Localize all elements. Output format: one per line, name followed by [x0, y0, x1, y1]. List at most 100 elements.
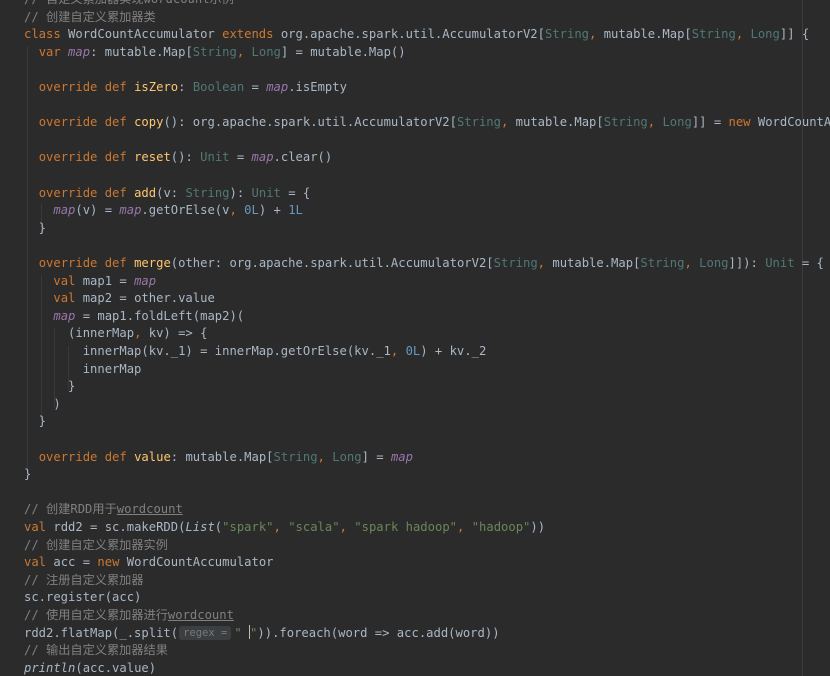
parameter-hint: regex =: [179, 625, 232, 640]
code-token: ]] {: [779, 27, 810, 42]
code-token: println: [24, 660, 76, 675]
code-token: value: [134, 449, 171, 464]
code-token: rdd2 = sc.makeRDD(: [46, 520, 186, 534]
code-token: override def: [38, 256, 127, 270]
code-line[interactable]: val acc = new WordCountAccumulator: [24, 554, 274, 572]
code-token: ): [24, 396, 61, 411]
code-token: ] =: [361, 449, 391, 464]
code-line[interactable]: // 创建RDD用于wordcount: [24, 501, 183, 519]
code-line[interactable]: // 使用自定义累加器进行wordcount: [24, 607, 234, 625]
code-line[interactable]: override def copy(): org.apache.spark.ut…: [24, 114, 830, 132]
code-line[interactable]: // 输出自定义累加器结果: [24, 642, 168, 660]
code-token: map: [251, 150, 274, 165]
code-token: map: [390, 449, 413, 464]
code-token: extends: [222, 27, 274, 42]
code-token: ):: [229, 185, 252, 200]
code-line[interactable]: map(v) = map.getOrElse(v, 0L) + 1L: [24, 202, 303, 220]
code-token: reset: [134, 150, 171, 165]
code-token: String: [545, 27, 590, 42]
code-token: ,: [500, 115, 516, 130]
code-token: val: [53, 273, 76, 288]
code-line[interactable]: rdd2.flatMap(_.split(regex = " ")).foreac…: [24, 624, 500, 643]
code-token: val: [53, 291, 76, 306]
code-token: ]]):: [728, 256, 766, 270]
code-line[interactable]: (innerMap, kv) => {: [24, 325, 207, 343]
code-line[interactable]: // 创建自定义累加器类: [24, 9, 156, 27]
code-token: wordcount: [116, 502, 183, 517]
code-line[interactable]: // 自定义累加器实现wordcount示例: [24, 0, 234, 9]
code-line[interactable]: map = map1.foldLeft(map2)(: [24, 308, 244, 326]
code-line[interactable]: sc.register(acc): [24, 589, 141, 607]
code-token: ,: [537, 256, 553, 270]
code-token: innerMap(kv._1) = innerMap.getOrElse(kv.…: [24, 344, 391, 358]
code-token: String: [456, 115, 501, 130]
code-line[interactable]: val map1 = map: [24, 273, 156, 291]
code-line[interactable]: override def reset(): Unit = map.clear(): [24, 149, 333, 167]
code-token: .getOrElse(v: [141, 203, 230, 218]
code-token: ,: [647, 115, 663, 130]
code-token: Unit: [200, 150, 230, 165]
code-token: ]] =: [691, 115, 729, 130]
code-token: // 输出自定义累加器结果: [24, 643, 168, 658]
code-token: org.apache.spark.util.AccumulatorV2[: [273, 27, 545, 42]
code-line[interactable]: // 注册自定义累加器: [24, 572, 144, 590]
code-token: Long: [662, 115, 692, 130]
code-token: = {: [280, 185, 311, 200]
code-token: // 创建RDD用于: [24, 502, 117, 517]
code-token: 0L: [244, 203, 259, 218]
code-editor[interactable]: // 自定义累加器实现wordcount示例 // 创建自定义累加器类 class …: [0, 0, 830, 676]
code-token: map: [134, 273, 157, 288]
code-token: "hadoop": [471, 520, 531, 534]
code-line[interactable]: innerMap(kv._1) = innerMap.getOrElse(kv.…: [24, 343, 487, 361]
code-token: "scala": [288, 520, 340, 534]
code-token: // 使用自定义累加器进行: [24, 608, 168, 622]
code-token: 1L: [288, 203, 303, 218]
code-line[interactable]: }: [24, 413, 46, 431]
code-line[interactable]: override def merge(other: org.apache.spa…: [24, 255, 824, 273]
code-token: ,: [390, 344, 406, 358]
code-line[interactable]: // 创建自定义累加器实例: [24, 537, 168, 555]
code-token: rdd2.flatMap(_.split(: [24, 625, 179, 640]
code-line[interactable]: }: [24, 220, 46, 238]
code-token: ():: [170, 150, 201, 165]
code-token: mutable.Map[: [603, 27, 692, 42]
code-token: Unit: [765, 256, 795, 270]
code-line[interactable]: override def isZero: Boolean = map.isEmp…: [24, 79, 347, 97]
code-token: map1 =: [75, 273, 135, 288]
code-token: }: [24, 379, 76, 394]
code-token: ,: [735, 27, 751, 42]
code-line[interactable]: }: [24, 466, 31, 484]
code-token: ,: [339, 520, 355, 534]
code-token: String: [273, 449, 318, 464]
code-token: String: [493, 256, 538, 270]
code-line[interactable]: var map: mutable.Map[String, Long] = mut…: [24, 44, 406, 62]
code-line[interactable]: println(acc.value): [24, 660, 156, 676]
code-line[interactable]: ): [24, 396, 61, 414]
code-token: map: [53, 308, 76, 323]
code-token: : mutable.Map[: [170, 449, 274, 464]
code-line[interactable]: class WordCountAccumulator extends org.a…: [24, 26, 809, 44]
code-line[interactable]: val rdd2 = sc.makeRDD(List("spark", "sca…: [24, 519, 545, 537]
code-token: (v:: [156, 185, 186, 200]
code-token: isZero: [134, 80, 179, 94]
code-token: add: [134, 185, 157, 200]
code-line[interactable]: override def value: mutable.Map[String, …: [24, 449, 413, 467]
code-token: override def: [38, 150, 127, 165]
code-line[interactable]: override def add(v: String): Unit = {: [24, 185, 311, 203]
code-line[interactable]: }: [24, 378, 75, 396]
code-token: new: [97, 555, 120, 570]
code-line[interactable]: innerMap: [24, 361, 142, 379]
code-token: ,: [229, 203, 245, 218]
code-line[interactable]: val map2 = other.value: [24, 290, 214, 308]
code-token: sc.register(acc): [24, 590, 142, 605]
code-token: Long: [750, 27, 780, 42]
